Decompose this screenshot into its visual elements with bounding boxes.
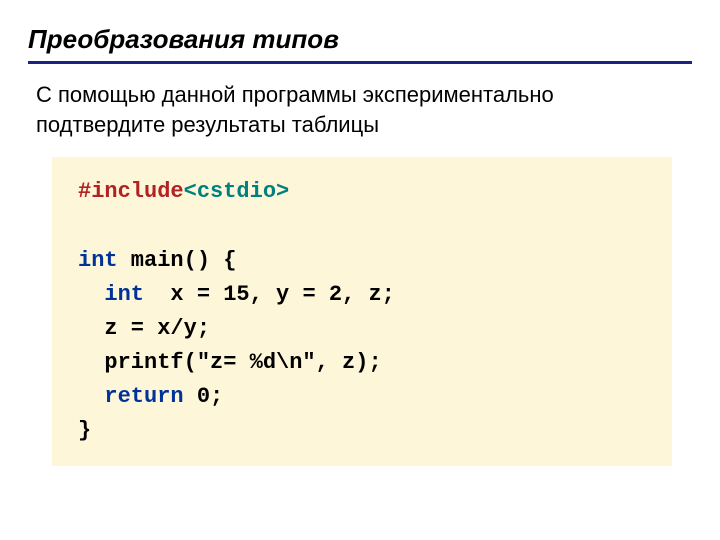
code-line: return 0; xyxy=(78,380,652,414)
code-line: printf("z= %d\n", z); xyxy=(78,346,652,380)
include-header: <cstdio> xyxy=(184,179,290,204)
code-line: } xyxy=(78,414,652,448)
keyword-int: int xyxy=(104,282,144,307)
decl-rest: x = 15, y = 2, z; xyxy=(144,282,395,307)
code-line: int main() { xyxy=(78,244,652,278)
slide-title: Преобразования типов xyxy=(28,24,692,64)
slide-subtitle: С помощью данной программы экспериментал… xyxy=(36,80,684,139)
main-signature: main() { xyxy=(118,248,237,273)
code-block: #include<cstdio> int main() { int x = 15… xyxy=(52,157,672,466)
code-line: z = x/y; xyxy=(78,312,652,346)
code-blank-line xyxy=(78,209,652,243)
keyword-include: #include xyxy=(78,179,184,204)
code-line: #include<cstdio> xyxy=(78,175,652,209)
keyword-int: int xyxy=(78,248,118,273)
keyword-return: return xyxy=(104,384,183,409)
code-line: int x = 15, y = 2, z; xyxy=(78,278,652,312)
return-rest: 0; xyxy=(184,384,224,409)
